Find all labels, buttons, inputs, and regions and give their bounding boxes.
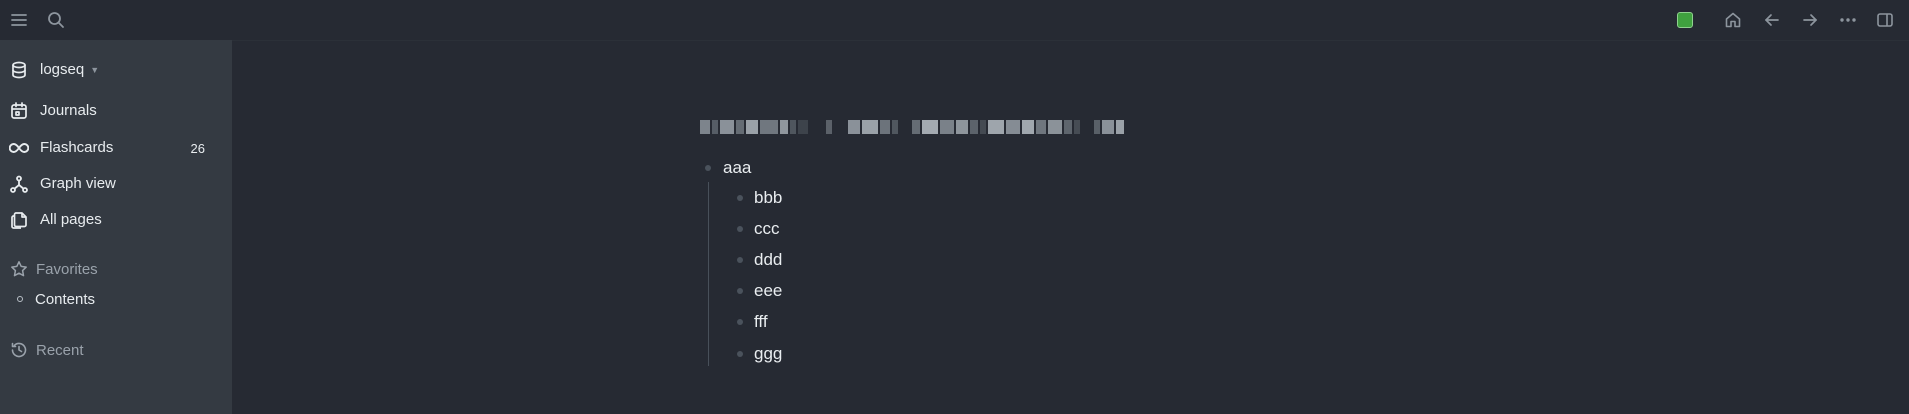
back-button[interactable] [1761,9,1783,31]
search-button[interactable] [45,9,67,31]
sidebar-top-strip [0,0,232,40]
block-bullet[interactable] [737,319,743,325]
home-button[interactable] [1722,9,1744,31]
arrow-right-icon [1801,11,1819,29]
app-window: logseq ▼ Journals Flashcards 26 Graph vie… [0,0,1909,414]
more-icon [1839,17,1857,23]
block-fff[interactable]: fff [754,312,768,332]
star-icon [9,259,29,279]
database-icon [9,60,29,80]
toggle-right-sidebar-button[interactable] [1874,9,1896,31]
sidebar-item-journals[interactable]: Journals [0,94,232,128]
sync-status-button[interactable] [1674,9,1696,31]
block-ccc[interactable]: ccc [754,219,780,239]
home-icon [1724,11,1742,29]
sidebar-item-all-pages[interactable]: All pages [0,203,232,237]
recent-header[interactable]: Recent [0,336,232,364]
top-bar-divider [232,40,1909,41]
menu-icon [10,12,28,28]
graph-selector[interactable]: logseq ▼ [0,53,232,87]
pages-icon [9,210,29,230]
block-bullet[interactable] [737,195,743,201]
calendar-icon [9,101,29,121]
block-text: fff [754,312,768,331]
infinity-icon [9,138,29,158]
chevron-down-icon: ▼ [90,65,100,76]
menu-button[interactable] [8,9,30,31]
block-text: ddd [754,250,783,269]
sidebar-item-flashcards[interactable]: Flashcards 26 [0,131,232,165]
favorites-header[interactable]: Favorites [0,255,232,283]
block-aaa[interactable]: aaa [723,158,751,178]
block-bbb[interactable]: bbb [754,188,782,208]
favorites-label: Favorites [36,260,98,278]
children-guide-line[interactable] [708,182,709,366]
block-ggg[interactable]: ggg [754,344,782,364]
sidebar-item-label: All pages [40,211,102,228]
flashcards-count: 26 [190,140,205,156]
favorite-item-label: Contents [35,290,96,308]
block-eee[interactable]: eee [754,281,782,301]
sidebar-item-label: Journals [40,102,97,119]
arrow-left-icon [1763,11,1781,29]
forward-button[interactable] [1799,9,1821,31]
block-bullet[interactable] [737,226,743,232]
block-text: ggg [754,344,783,363]
block-text: bbb [754,188,783,207]
sidebar-item-label: Graph view [40,175,116,192]
block-text: aaa [723,158,752,177]
block-text: ccc [754,219,780,238]
more-button[interactable] [1837,9,1859,31]
block-bullet[interactable] [737,288,743,294]
block-bullet[interactable] [737,257,743,263]
graph-name: logseq [40,60,85,78]
left-sidebar: logseq ▼ Journals Flashcards 26 Graph vie… [0,0,232,414]
block-text: eee [754,281,783,300]
sidebar-item-label: Flashcards [40,139,114,156]
bullet-icon [17,296,23,302]
block-bullet[interactable] [737,351,743,357]
right-sidebar-icon [1876,11,1894,29]
graph-icon [9,174,29,194]
block-ddd[interactable]: ddd [754,250,782,270]
search-icon [47,11,65,29]
block-bullet[interactable] [705,165,711,171]
recent-label: Recent [36,341,84,359]
history-icon [9,340,29,360]
sidebar-item-graph-view[interactable]: Graph view [0,167,232,201]
favorite-item-contents[interactable]: Contents [0,287,232,311]
sync-status-icon [1677,12,1693,28]
page-title-redacted [700,117,1126,137]
